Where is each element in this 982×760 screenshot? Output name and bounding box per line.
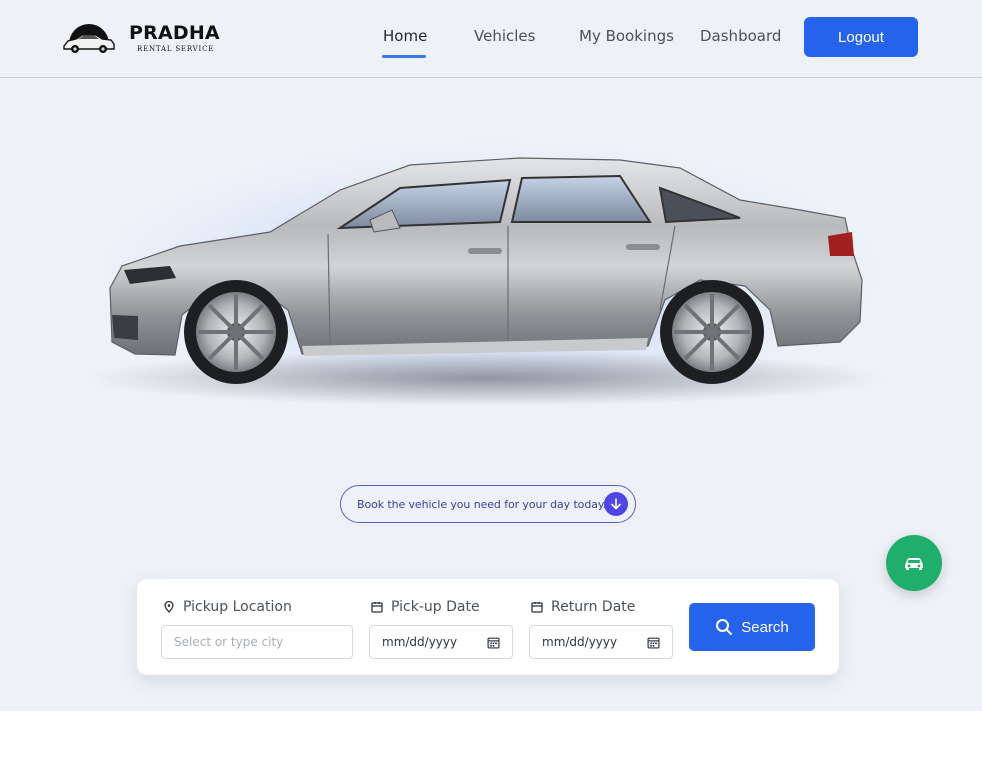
hero-car-image	[50, 125, 930, 425]
pickup-date-label-text: Pick-up Date	[391, 599, 480, 615]
calendar-icon[interactable]	[487, 636, 500, 649]
nav-vehicles[interactable]: Vehicles	[474, 27, 535, 45]
car-icon	[905, 558, 923, 570]
calendar-icon	[371, 602, 383, 613]
calendar-icon	[531, 602, 543, 613]
pickup-location-label-text: Pickup Location	[183, 599, 292, 615]
pickup-date-input[interactable]: mm/dd/yyyy	[369, 625, 513, 659]
return-date-input[interactable]: mm/dd/yyyy	[529, 625, 673, 659]
calendar-icon[interactable]	[647, 636, 660, 649]
nav-dashboard[interactable]: Dashboard	[700, 27, 781, 45]
brand-logo[interactable]: PRADHA RENTAL SERVICE	[62, 16, 222, 60]
hero-tagline-pill[interactable]: Book the vehicle you need for your day t…	[340, 485, 636, 523]
top-navbar: PRADHA RENTAL SERVICE Home Vehicles My B…	[0, 0, 982, 78]
return-date-value: mm/dd/yyyy	[542, 635, 618, 649]
pickup-date-label: Pick-up Date	[371, 599, 480, 615]
map-pin-icon	[164, 601, 174, 613]
floating-car-button[interactable]	[886, 535, 942, 591]
logo-car-icon	[63, 24, 115, 53]
search-button-label: Search	[741, 618, 789, 636]
pickup-location-label: Pickup Location	[163, 599, 292, 615]
pickup-date-value: mm/dd/yyyy	[382, 635, 458, 649]
active-nav-indicator	[382, 55, 426, 58]
arrow-down-icon[interactable]	[604, 492, 628, 516]
pickup-location-input[interactable]: Select or type city	[161, 625, 353, 659]
search-button[interactable]: Search	[689, 603, 815, 651]
logout-button[interactable]: Logout	[804, 17, 918, 57]
brand-tagline: RENTAL SERVICE	[137, 45, 215, 53]
search-icon	[716, 619, 733, 635]
search-form: Pickup Location Select or type city Pick…	[137, 579, 839, 675]
nav-home[interactable]: Home	[383, 27, 427, 45]
nav-my-bookings[interactable]: My Bookings	[579, 27, 674, 45]
return-date-label: Return Date	[531, 599, 635, 615]
brand-name: PRADHA	[129, 22, 220, 44]
hero-tagline-text: Book the vehicle you need for your day t…	[357, 497, 607, 511]
return-date-label-text: Return Date	[551, 599, 636, 615]
